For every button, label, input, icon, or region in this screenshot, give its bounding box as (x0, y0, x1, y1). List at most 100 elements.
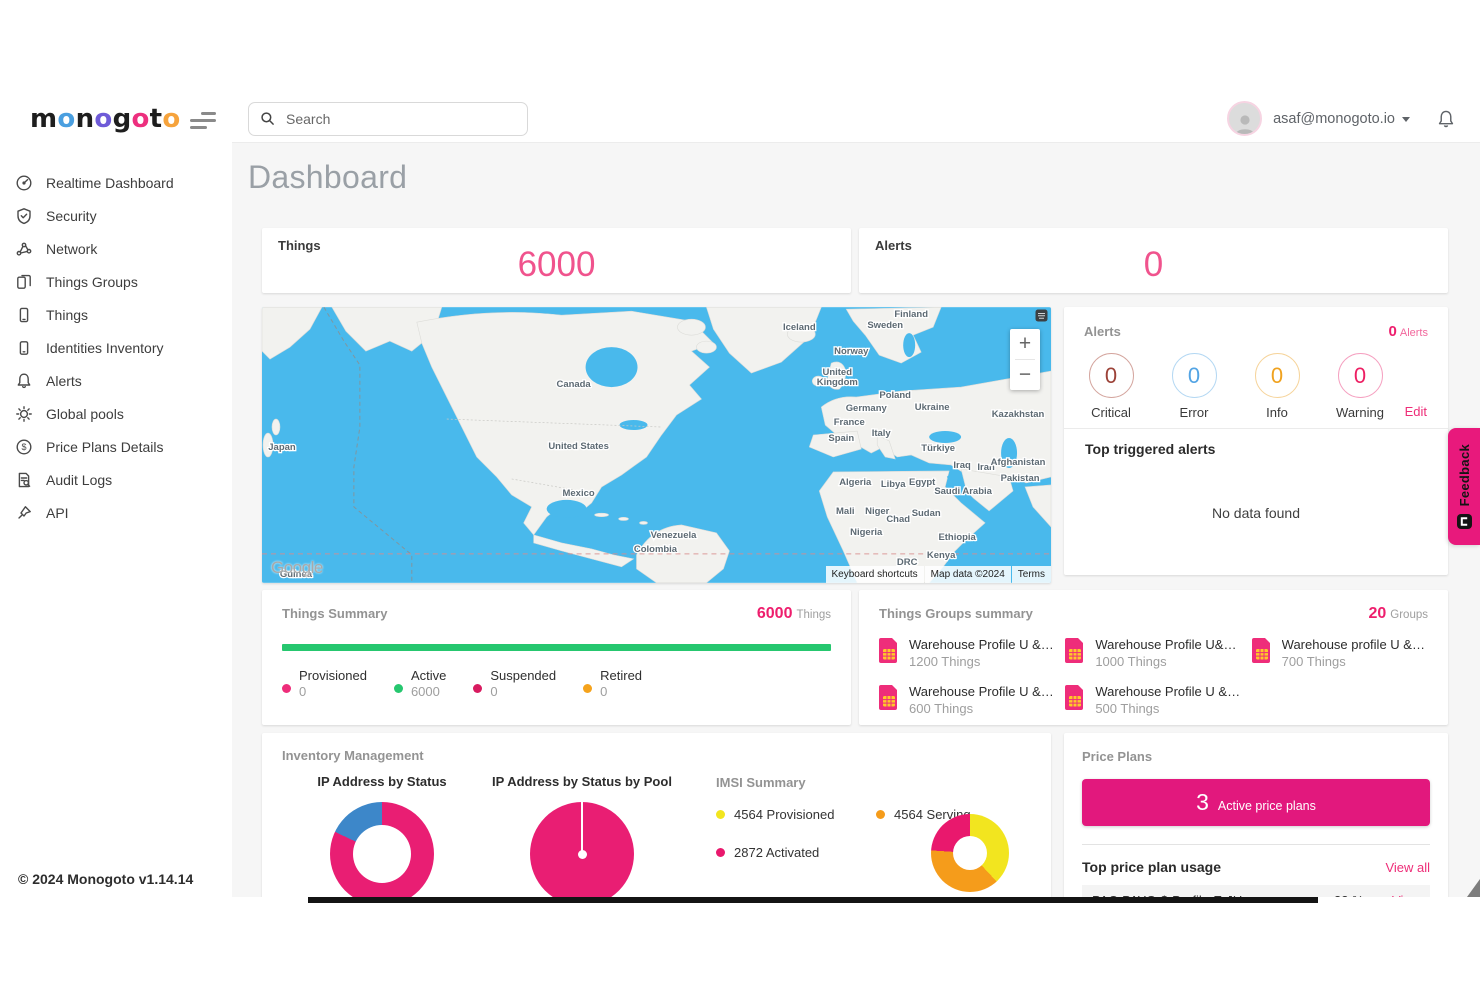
notifications-bell-icon[interactable] (1436, 109, 1456, 129)
map-attribution-terms[interactable]: Terms (1012, 566, 1051, 583)
sidebar-item-api[interactable]: API (0, 496, 232, 529)
sidebar-item-label: Security (46, 208, 97, 224)
sidebar-item-label: API (46, 505, 69, 521)
cursor-artifact (1467, 879, 1480, 897)
map-canvas[interactable]: JapanCanadaUnited StatesMexicoVenezuelaC… (262, 307, 1051, 583)
feedback-tab[interactable]: Feedback (1448, 428, 1480, 545)
divider (1082, 844, 1430, 845)
active-price-plans-button[interactable]: 3 Active price plans (1082, 779, 1430, 826)
sim-card-icon (1065, 685, 1085, 715)
map-attribution-keyboard-shortcuts[interactable]: Keyboard shortcuts (826, 566, 924, 583)
ip-pool-pie[interactable] (530, 802, 634, 897)
alert-category-warning[interactable]: 0Warning (1334, 353, 1386, 420)
cards-wrap: Things 6000 Alerts 0 (248, 228, 1462, 897)
map-label-nigeria: Nigeria (850, 527, 883, 538)
legend-dot (876, 810, 885, 819)
sidebar-item-security[interactable]: Security (0, 199, 232, 232)
map-label-t-rkiye: Türkiye (921, 443, 955, 454)
ip-status-chart-title: IP Address by Status (282, 774, 482, 789)
sidebar-item-price-plans-details[interactable]: $ Price Plans Details (0, 430, 232, 463)
map-label-spain: Spain (828, 433, 854, 444)
sidebar-item-alerts[interactable]: Alerts (0, 364, 232, 397)
view-all-link[interactable]: View all (1385, 860, 1430, 875)
inventory-title: Inventory Management (282, 748, 424, 763)
map-label-poland: Poland (879, 390, 911, 401)
avatar[interactable] (1227, 101, 1262, 136)
monogoto-logo[interactable]: monogoto (30, 106, 181, 132)
alerts-panel-title: Alerts (1084, 324, 1121, 339)
alert-category-critical[interactable]: 0 Critical (1085, 353, 1137, 420)
map-label-finland: Finland (894, 309, 928, 320)
map-label-sweden: Sweden (867, 320, 903, 331)
legend-dot (282, 684, 291, 693)
version-text: © 2024 Monogoto v1.14.14 (18, 871, 193, 887)
zoom-in-button[interactable]: + (1010, 329, 1040, 359)
sidebar-header: monogoto (0, 95, 232, 143)
map-label-saudi-arabia: Saudi Arabia (934, 486, 992, 497)
sidebar-item-global-pools[interactable]: Global pools (0, 397, 232, 430)
api-icon (15, 504, 33, 522)
search-box[interactable] (248, 102, 528, 136)
imsi-legend-serving: 4564 Serving (876, 807, 1016, 822)
map-label-chad: Chad (886, 514, 910, 525)
ip-status-chart-block: IP Address by Status (282, 774, 482, 897)
map-grid-icon[interactable] (1035, 309, 1048, 327)
alerts-stat-card[interactable]: Alerts 0 (859, 228, 1448, 293)
things-group-item[interactable]: Warehouse Profile U & E (10.0...1200 Thi… (879, 637, 1055, 669)
alerts-panel: Alerts 0Alerts 0Critical0Error0Info0Warn… (1064, 307, 1448, 575)
map-label-norway: Norway (834, 346, 869, 357)
sidebar-item-label: Identities Inventory (46, 340, 164, 356)
bell-icon (15, 372, 33, 390)
ip-status-donut[interactable] (330, 802, 434, 897)
alerts-edit-link[interactable]: Edit (1405, 404, 1427, 419)
bar-segment-active (282, 644, 831, 651)
things-group-item[interactable]: Warehouse Profile U&E (30.05...1000 Thin… (1065, 637, 1241, 669)
imsi-summary-block: IMSI Summary 4564 Provisioned4564 Servin… (682, 774, 1031, 897)
sim-card-icon (1252, 638, 1272, 668)
alert-count-circle: 0 (1338, 353, 1383, 398)
sidebar-item-network[interactable]: Network (0, 232, 232, 265)
world-map[interactable]: JapanCanadaUnited StatesMexicoVenezuelaC… (262, 307, 1051, 583)
topbar: asaf@monogoto.io (232, 95, 1480, 143)
things-group-item[interactable]: Warehouse Profile U & E (07.0...500 Thin… (1065, 684, 1241, 716)
alert-category-label: Critical (1085, 405, 1137, 420)
feedback-label: Feedback (1457, 444, 1472, 506)
user-menu[interactable]: asaf@monogoto.io (1273, 111, 1410, 127)
things-summary-card: Things Summary 6000Things Provisioned0Ac… (262, 590, 851, 725)
chevron-down-icon (1402, 117, 1410, 122)
sidebar-item-label: Alerts (46, 373, 82, 389)
sidebar-item-realtime-dashboard[interactable]: Realtime Dashboard (0, 166, 232, 199)
menu-toggle-icon[interactable] (190, 110, 216, 129)
alert-count-circle: 0 (1089, 353, 1134, 398)
sidebar-item-things[interactable]: Things (0, 298, 232, 331)
sidebar-item-label: Price Plans Details (46, 439, 164, 455)
no-data-text: No data found (1064, 505, 1448, 521)
google-logo: Google (271, 558, 323, 578)
sidebar-item-things-groups[interactable]: Things Groups (0, 265, 232, 298)
alert-category-error[interactable]: 0Error (1168, 353, 1220, 420)
alert-category-info[interactable]: 0Info (1251, 353, 1303, 420)
sidebar-nav: Realtime Dashboard Security NetworkThings … (0, 166, 232, 529)
price-plan-view-link[interactable]: View (1392, 893, 1420, 897)
price-plan-rows: PAC-PAYG-$-Profile-E-JU33 %View (1082, 885, 1430, 897)
stats-row: Things 6000 Alerts 0 (262, 228, 1448, 293)
map-label-japan: Japan (268, 442, 296, 453)
map-label-egypt: Egypt (909, 477, 936, 488)
security-shield-icon (15, 207, 33, 225)
search-input[interactable] (284, 110, 516, 128)
things-group-item[interactable]: Warehouse Profile U & E (29.0...600 Thin… (879, 684, 1055, 716)
sidebar-item-audit-logs[interactable]: Audit Logs (0, 463, 232, 496)
things-summary-count: 6000Things (757, 605, 831, 623)
zoom-out-button[interactable]: − (1010, 360, 1040, 390)
sidebar-item-label: Audit Logs (46, 472, 112, 488)
sidebar-item-identities-inventory[interactable]: Identities Inventory (0, 331, 232, 364)
imsi-donut[interactable] (931, 814, 1009, 892)
group-name: Warehouse profile U & B (10.1... (1282, 637, 1428, 652)
svg-text:$: $ (21, 442, 26, 452)
map-label-afghanistan: Afghanistan (991, 457, 1046, 468)
legend-dot (716, 810, 725, 819)
alert-category-label: Error (1168, 405, 1220, 420)
things-status-bar (282, 644, 831, 651)
things-stat-card[interactable]: Things 6000 (262, 228, 851, 293)
things-group-item[interactable]: Warehouse profile U & B (10.1...700 Thin… (1252, 637, 1428, 669)
